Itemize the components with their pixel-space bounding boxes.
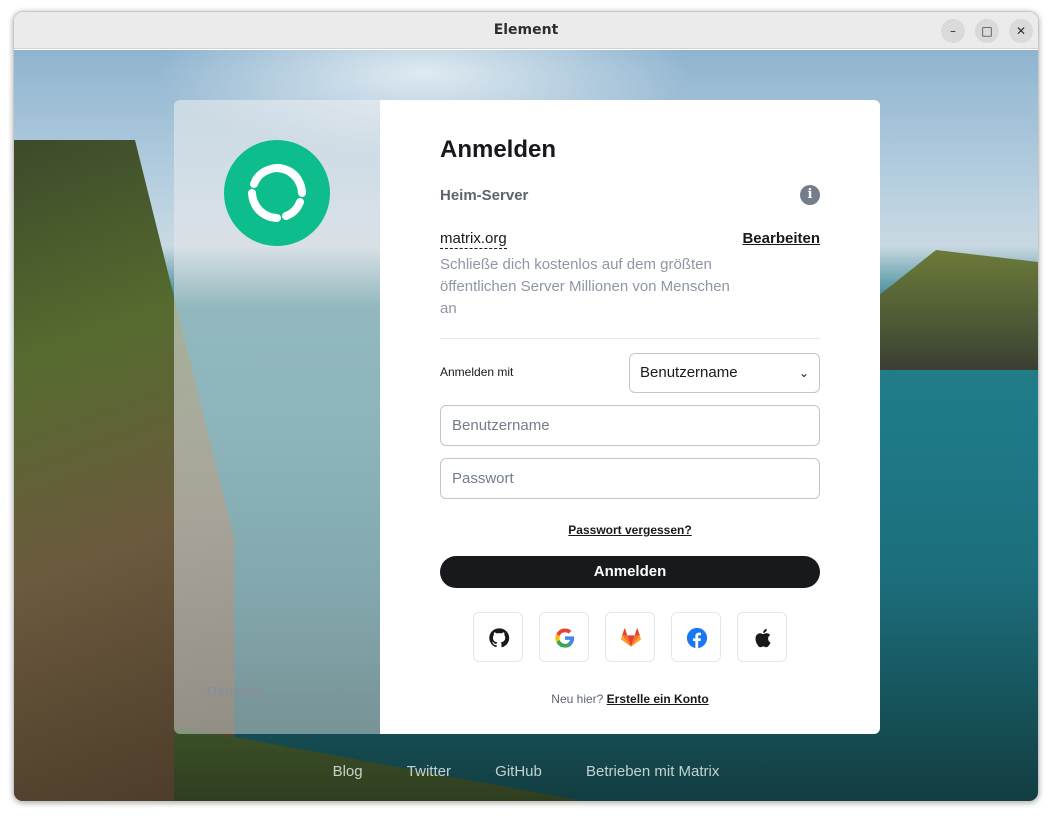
apple-icon (755, 628, 771, 648)
facebook-icon (686, 627, 708, 649)
google-icon (555, 628, 575, 648)
login-card: Deutsch ⌄ Anmelden Heim-Server i matrix.… (174, 100, 880, 734)
password-input[interactable] (440, 458, 820, 499)
maximize-button[interactable]: □ (975, 19, 999, 43)
footer-link-github[interactable]: GitHub (495, 763, 542, 780)
element-logo-icon (248, 164, 306, 222)
footer-link-blog[interactable]: Blog (333, 763, 363, 780)
homeserver-label: Heim-Server (440, 187, 529, 204)
card-sidebar: Deutsch ⌄ (174, 100, 380, 734)
info-icon[interactable]: i (800, 185, 820, 205)
gitlab-icon (621, 628, 641, 647)
window-title: Element (493, 22, 559, 38)
login-with-label: Anmelden mit (440, 365, 514, 379)
chevron-down-icon: ⌄ (798, 366, 809, 380)
create-account-link[interactable]: Erstelle ein Konto (607, 692, 709, 706)
background-hill-right (868, 250, 1038, 370)
chevron-down-icon: ⌄ (336, 681, 347, 695)
forgot-password-link[interactable]: Passwort vergessen? (380, 523, 880, 537)
username-input[interactable] (440, 405, 820, 446)
minimize-button[interactable]: – (941, 19, 965, 43)
login-form-panel: Anmelden Heim-Server i matrix.org Bearbe… (380, 100, 880, 734)
login-method-value: Benutzername (640, 364, 738, 381)
github-icon (489, 628, 510, 648)
background-image: Deutsch ⌄ Anmelden Heim-Server i matrix.… (14, 50, 1038, 801)
sso-google-button[interactable] (539, 612, 589, 662)
app-window: Element – □ ✕ Deutsch ⌄ Anmelden Heim-Se… (13, 11, 1039, 802)
element-logo (224, 140, 330, 246)
login-method-select[interactable]: Benutzername ⌄ (629, 353, 820, 393)
homeserver-name[interactable]: matrix.org (440, 230, 507, 249)
footer-link-twitter[interactable]: Twitter (407, 763, 451, 780)
sso-apple-button[interactable] (737, 612, 787, 662)
homeserver-description: Schließe dich kostenlos auf dem größten … (440, 256, 730, 317)
sign-in-button[interactable]: Anmelden (440, 556, 820, 588)
sso-facebook-button[interactable] (671, 612, 721, 662)
language-selector[interactable]: Deutsch ⌄ (207, 681, 347, 703)
footer-link-matrix[interactable]: Betrieben mit Matrix (586, 763, 719, 780)
edit-homeserver-link[interactable]: Bearbeiten (742, 230, 820, 247)
close-button[interactable]: ✕ (1009, 19, 1033, 43)
title-bar: Element – □ ✕ (14, 12, 1038, 49)
divider (440, 338, 820, 339)
sso-gitlab-button[interactable] (605, 612, 655, 662)
sso-github-button[interactable] (473, 612, 523, 662)
create-account-prompt: Neu hier? Erstelle ein Konto (380, 692, 880, 706)
new-here-text: Neu hier? (551, 692, 604, 706)
page-title: Anmelden (440, 136, 557, 163)
footer-links: Blog Twitter GitHub Betrieben mit Matrix (14, 763, 1038, 780)
language-label: Deutsch (207, 683, 263, 699)
